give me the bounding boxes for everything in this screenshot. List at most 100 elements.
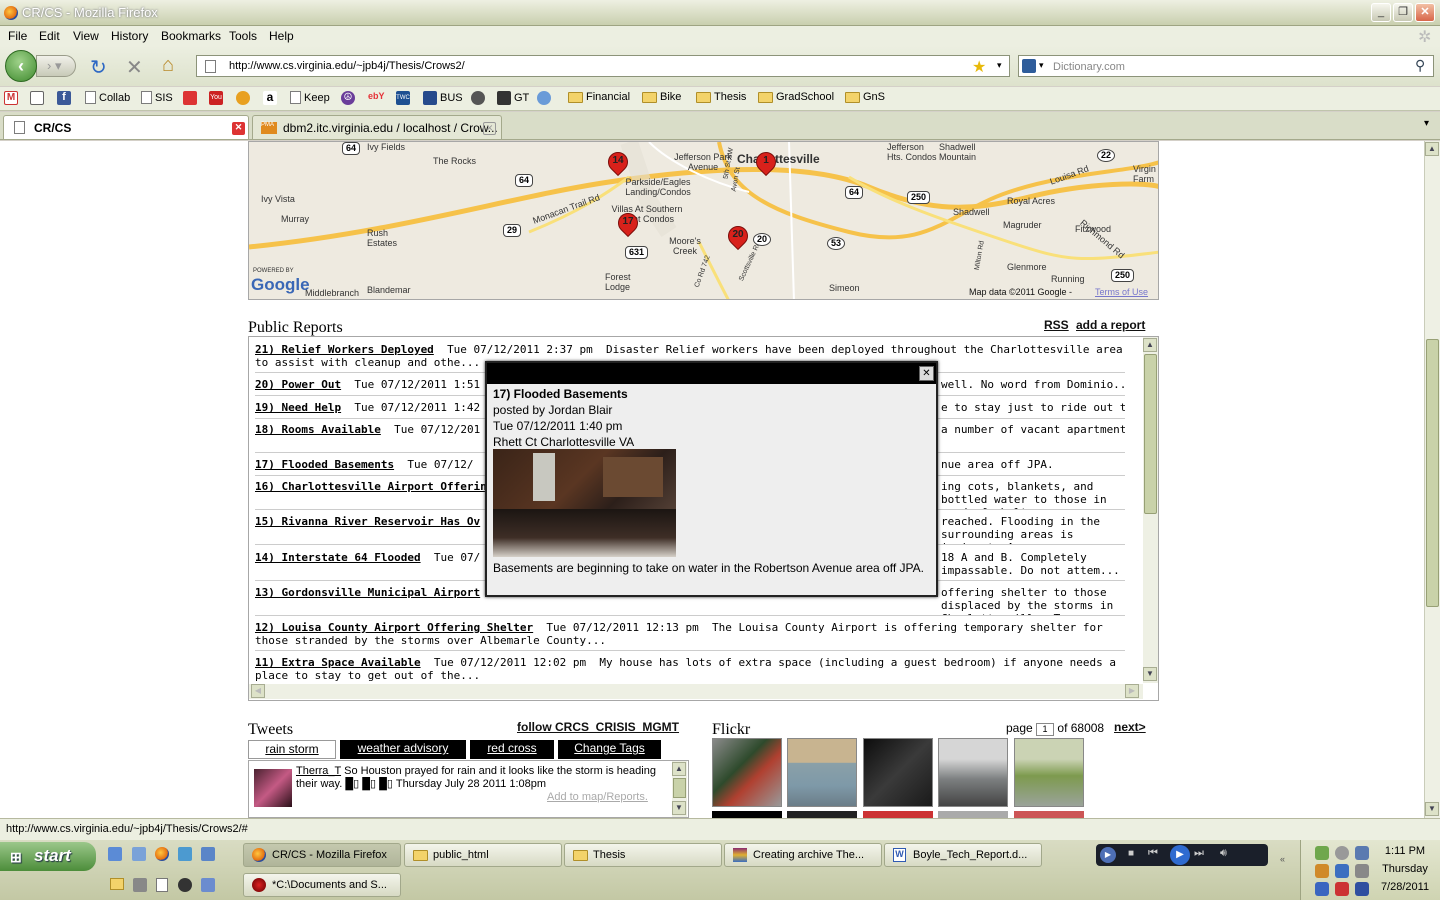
quicklaunch-ie-icon[interactable] xyxy=(108,847,122,861)
minimize-button[interactable]: _ xyxy=(1371,3,1391,22)
menu-bookmarks[interactable]: Bookmarks xyxy=(161,29,221,43)
bookmark-keep[interactable]: Keep xyxy=(290,91,330,104)
network-icon[interactable] xyxy=(537,91,551,105)
scrollbar-thumb[interactable] xyxy=(1426,339,1439,607)
taskbar-word-document[interactable]: W Boyle_Tech_Report.d... xyxy=(884,843,1042,867)
tray-icon[interactable] xyxy=(1355,882,1369,896)
url-text[interactable]: http://www.cs.virginia.edu/~jpb4j/Thesis… xyxy=(229,60,465,72)
list-item[interactable]: 12) Louisa County Airport Offering Shelt… xyxy=(255,621,1125,651)
flickr-thumbnail[interactable] xyxy=(1014,738,1084,807)
forum-icon[interactable] xyxy=(236,91,250,105)
rss-link[interactable]: RSS xyxy=(1044,318,1069,332)
page-number-input[interactable]: 1 xyxy=(1036,723,1055,736)
flickr-thumbnail[interactable] xyxy=(938,738,1008,807)
reload-icon[interactable]: ↻ xyxy=(90,55,107,80)
add-report-link[interactable]: add a report xyxy=(1076,318,1145,332)
twc-icon[interactable]: TWC xyxy=(396,91,410,105)
tab-close-icon[interactable]: ✕ xyxy=(232,122,245,135)
page-scrollbar[interactable]: ▲ ▼ xyxy=(1424,141,1440,818)
taskbar-public-html[interactable]: public_html xyxy=(404,843,562,867)
facebook-icon[interactable]: f xyxy=(57,91,71,105)
popup-close-button[interactable]: ✕ xyxy=(919,366,934,381)
network-icon[interactable] xyxy=(1315,846,1329,860)
tray-icon[interactable] xyxy=(1355,864,1369,878)
flickr-thumbnail[interactable] xyxy=(863,811,933,818)
bookmark-sis[interactable]: SIS xyxy=(141,91,173,104)
list-item[interactable]: 11) Extra Space Available Tue 07/12/2011… xyxy=(255,656,1125,686)
next-page-link[interactable]: next> xyxy=(1114,720,1146,734)
search-engine-dropdown-icon[interactable]: ▾ xyxy=(1039,60,1044,71)
tray-icon[interactable] xyxy=(1315,882,1329,896)
taskbar-thesis[interactable]: Thesis xyxy=(564,843,722,867)
peace-icon[interactable]: ☮ xyxy=(341,91,355,105)
media-volume-icon[interactable]: 🔊︎ xyxy=(1220,847,1227,860)
menu-view[interactable]: View xyxy=(73,29,99,43)
tab-crcs[interactable]: CR/CS ✕ xyxy=(3,115,249,139)
flickr-thumbnail[interactable] xyxy=(712,811,782,818)
reports-scrollbar[interactable]: ▲ ▼ xyxy=(1143,337,1158,683)
quicklaunch-app-icon[interactable] xyxy=(201,847,215,861)
bookmark-folder-financial[interactable]: Financial xyxy=(568,91,630,103)
menu-history[interactable]: History xyxy=(111,29,148,43)
url-dropdown-icon[interactable]: ▾ xyxy=(997,60,1002,71)
bookmark-collab[interactable]: Collab xyxy=(85,91,130,104)
menu-help[interactable]: Help xyxy=(269,29,294,43)
tray-icon[interactable] xyxy=(1315,864,1329,878)
menu-tools[interactable]: Tools xyxy=(229,29,257,43)
tweet-scrollbar[interactable]: ▲ ▼ xyxy=(672,761,687,817)
reports-hscrollbar[interactable]: ◀ ▶ xyxy=(249,684,1143,699)
scroll-up-arrow-icon[interactable]: ▲ xyxy=(672,762,686,776)
maximize-button[interactable]: ❐ xyxy=(1393,3,1413,22)
wordpress-icon[interactable] xyxy=(471,91,485,105)
menu-file[interactable]: File xyxy=(8,29,27,43)
menu-edit[interactable]: Edit xyxy=(39,29,60,43)
map[interactable]: Ivy Fields The Rocks Jefferson Park Aven… xyxy=(248,141,1159,300)
shield-icon[interactable] xyxy=(1335,864,1349,878)
tweet-list[interactable]: Therra_T So Houston prayed for rain and … xyxy=(248,760,689,818)
scroll-down-arrow-icon[interactable]: ▼ xyxy=(1425,802,1439,816)
flickr-thumbnail[interactable] xyxy=(787,738,857,807)
tab-phpmyadmin[interactable]: PMA dbm2.itc.virginia.edu / localhost / … xyxy=(252,115,502,139)
quicklaunch-firefox-icon[interactable] xyxy=(155,847,169,861)
scroll-right-arrow-icon[interactable]: ▶ xyxy=(1125,684,1139,698)
tab-red-cross[interactable]: red cross xyxy=(470,740,554,759)
url-bar[interactable]: http://www.cs.virginia.edu/~jpb4j/Thesis… xyxy=(196,55,1010,77)
avatar[interactable] xyxy=(254,769,292,807)
quicklaunch-document-icon[interactable] xyxy=(156,878,168,892)
media-stop-icon[interactable]: ■ xyxy=(1128,848,1134,859)
tab-rain-storm[interactable]: rain storm xyxy=(248,740,336,759)
search-engine-icon[interactable] xyxy=(1022,59,1036,73)
tray-icon[interactable] xyxy=(1355,846,1369,860)
media-play-icon[interactable]: ▶ xyxy=(1170,845,1190,865)
scroll-up-arrow-icon[interactable]: ▲ xyxy=(1425,142,1439,156)
search-icon[interactable]: ⚲ xyxy=(1415,57,1425,74)
back-button[interactable]: ‹ xyxy=(5,50,37,82)
flickr-thumbnail[interactable] xyxy=(863,738,933,807)
tray-icon[interactable] xyxy=(1335,882,1349,896)
mail-icon[interactable] xyxy=(30,91,44,105)
home-icon[interactable]: ⌂ xyxy=(162,54,174,77)
media-next-icon[interactable]: ⏭ xyxy=(1194,847,1204,860)
scroll-up-arrow-icon[interactable]: ▲ xyxy=(1143,338,1157,352)
terms-of-use-link[interactable]: Terms of Use xyxy=(1095,287,1148,297)
tab-weather-advisory[interactable]: weather advisory xyxy=(340,740,466,759)
flickr-thumbnail[interactable] xyxy=(938,811,1008,818)
close-button[interactable]: ✕ xyxy=(1415,3,1435,22)
scroll-left-arrow-icon[interactable]: ◀ xyxy=(251,684,265,698)
cs-icon[interactable] xyxy=(183,91,197,105)
taskbar-cmd[interactable]: *C:\Documents and S... xyxy=(243,873,401,897)
flickr-thumbnail[interactable] xyxy=(712,738,782,807)
gmail-icon[interactable]: M xyxy=(4,91,18,105)
add-to-map-link[interactable]: Add to map/Reports. xyxy=(547,791,648,803)
media-pause-icon[interactable]: ▶ xyxy=(1100,847,1116,863)
follow-link[interactable]: follow CRCS_CRISIS_MGMT xyxy=(517,720,679,734)
tab-change-tags[interactable]: Change Tags xyxy=(558,740,661,759)
search-input[interactable]: Dictionary.com xyxy=(1053,61,1125,73)
bookmark-star-icon[interactable]: ★ xyxy=(972,57,986,77)
bookmark-folder-thesis[interactable]: Thesis xyxy=(696,91,746,103)
quicklaunch-app-icon[interactable] xyxy=(133,878,147,892)
bookmark-folder-gns[interactable]: GnS xyxy=(845,91,885,103)
flickr-thumbnail[interactable] xyxy=(1014,811,1084,818)
bookmark-gt[interactable]: GT xyxy=(497,91,529,105)
bookmark-folder-gradschool[interactable]: GradSchool xyxy=(758,91,834,103)
